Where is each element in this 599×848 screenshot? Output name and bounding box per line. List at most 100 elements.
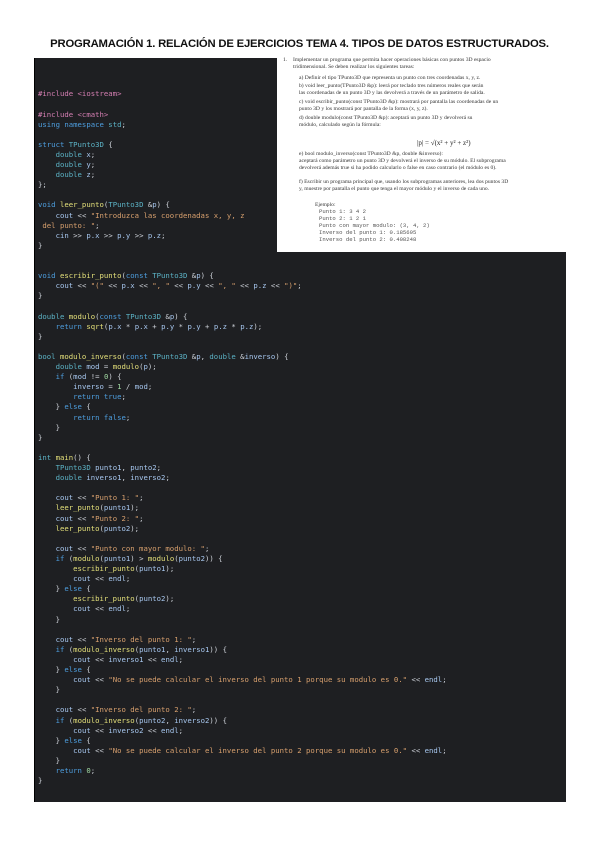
code-token: double <box>209 351 236 361</box>
task-b-line-1: b) void leer_punto(TPunto3D &p): leerá p… <box>299 83 484 89</box>
code-token: if <box>38 372 69 382</box>
code-token: & <box>235 351 245 361</box>
code-token: << <box>134 281 153 291</box>
code-token: << <box>90 654 109 664</box>
code-line: double x; <box>38 149 96 160</box>
code-token: ; <box>125 574 131 584</box>
code-token: modulo_inverso <box>73 715 135 725</box>
code-token: + <box>200 321 214 331</box>
code-line: escribir_punto(punto1); <box>38 564 174 574</box>
code-line: #include <iostream> <box>38 89 121 99</box>
code-token: >> <box>68 230 87 240</box>
code-token: p.y <box>187 281 201 291</box>
code-token: inverso2 <box>130 473 166 483</box>
code-token: TPunto3D <box>38 463 96 472</box>
code-token: endl <box>161 654 179 664</box>
code-token: del punto: " <box>38 220 96 230</box>
code-token: << <box>103 281 122 291</box>
code-token: p.z <box>240 321 254 331</box>
code-token: double <box>38 362 87 371</box>
code-line: cout << "Punto con mayor modulo: "; <box>38 544 210 554</box>
code-token: const <box>125 351 153 361</box>
code-token: TPunto3D <box>152 351 188 361</box>
code-token: / <box>121 382 135 392</box>
task-e-line-2: aceptará como parámetro un punto 3D y de… <box>299 158 506 164</box>
code-token: << <box>407 745 425 755</box>
code-token: cout <box>55 513 74 523</box>
code-token: main <box>55 452 74 462</box>
code-token: std <box>108 119 122 129</box>
code-token: } <box>38 432 43 442</box>
code-token: punto1 <box>95 463 122 472</box>
code-token: punto1 <box>139 564 166 573</box>
code-token: << <box>73 634 91 644</box>
code-token: ); <box>253 321 263 331</box>
code-token: ; <box>191 634 197 644</box>
code-line: } else { <box>38 736 91 746</box>
code-token: modulo_inverso <box>73 644 135 654</box>
code-token: p.y <box>161 321 175 331</box>
code-line: } <box>38 291 42 301</box>
code-token: ; <box>178 654 184 664</box>
code-token: { <box>81 735 91 745</box>
code-token: & <box>187 351 197 361</box>
code-token: p.z <box>253 281 267 291</box>
code-token: cout <box>55 705 74 715</box>
code-token: ; <box>121 119 126 129</box>
code-token: escribir_punto <box>59 271 122 281</box>
code-token: != <box>86 372 104 382</box>
code-token: << <box>73 281 91 291</box>
code-token: ")" <box>284 281 298 291</box>
code-token: endl <box>108 574 126 584</box>
code-token: punto1 <box>139 644 166 654</box>
code-token: else <box>64 584 82 594</box>
exercise-statement: 1. Implementar un programa que permita h… <box>277 55 566 252</box>
code-line: cout << "No se puede calcular el inverso… <box>38 675 446 685</box>
exercise-intro-line-1: Implementar un programa que permita hace… <box>293 57 491 63</box>
code-token: } <box>38 422 60 432</box>
code-token: ) { <box>275 351 289 361</box>
code-token: #include <cmath> <box>38 109 109 119</box>
code-token: >> <box>99 230 118 240</box>
code-token: double <box>38 149 87 159</box>
code-line: return 0; <box>38 766 96 776</box>
code-token: TPunto3D <box>152 271 188 281</box>
code-line: void escribir_punto(const TPunto3D &p) { <box>38 271 214 281</box>
code-token: modulo <box>68 311 96 321</box>
code-token: ; <box>139 493 144 503</box>
code-token: return <box>38 321 87 331</box>
task-b-line-2: las coordenadas de un punto 3D y las dev… <box>299 90 485 96</box>
code-token: const <box>99 311 126 321</box>
code-token: if <box>38 715 69 725</box>
code-token: ; <box>178 725 184 735</box>
code-token: cout <box>55 210 74 220</box>
code-token: { <box>81 665 91 674</box>
code-line: } <box>38 332 42 342</box>
code-token: mod <box>134 382 148 392</box>
code-token: ) { <box>108 372 122 382</box>
code-token: )) { <box>209 644 227 654</box>
code-token: if <box>38 553 69 563</box>
exercise-number: 1. <box>283 57 288 63</box>
code-token: "Punto 2: " <box>90 513 140 523</box>
code-line: } <box>38 776 42 786</box>
code-token: << <box>407 675 425 685</box>
code-line: inverso = 1 / mod; <box>38 382 152 392</box>
code-token: << <box>90 745 109 755</box>
code-token: << <box>90 675 109 685</box>
code-token: , <box>165 644 175 654</box>
code-token: ) { <box>174 311 188 321</box>
code-token: ; <box>90 766 96 775</box>
code-token: cout <box>73 675 91 685</box>
code-token: * <box>174 321 188 331</box>
code-line: int main() { <box>38 453 91 463</box>
code-token: leer_punto <box>59 200 104 210</box>
code-line: } <box>38 756 60 766</box>
task-f-line-2: y, muestre por pantalla el punto que ten… <box>299 186 490 192</box>
code-token: cout <box>73 745 91 755</box>
code-token: double <box>38 170 87 180</box>
code-token: * <box>121 321 135 331</box>
code-token: p.z <box>213 321 227 331</box>
